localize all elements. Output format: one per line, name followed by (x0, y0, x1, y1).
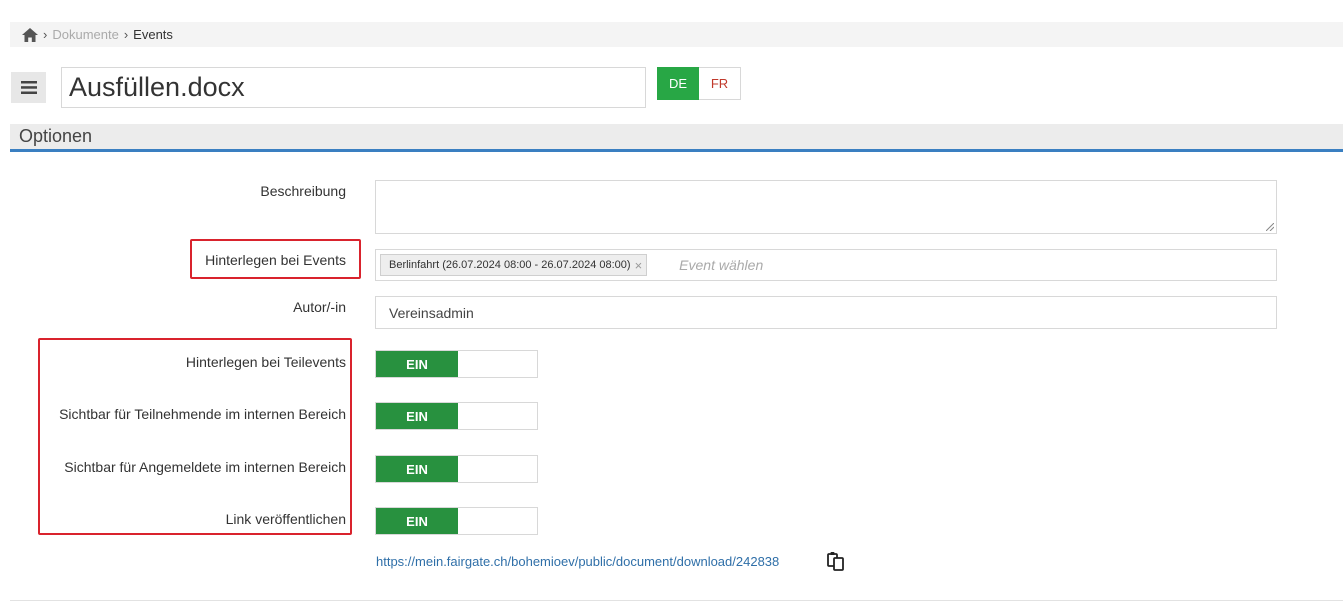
breadcrumb: › Dokumente › Events (10, 22, 1343, 47)
menu-button[interactable] (11, 72, 46, 103)
public-download-link[interactable]: https://mein.fairgate.ch/bohemioev/publi… (376, 554, 779, 569)
events-placeholder[interactable]: Event wählen (679, 257, 763, 273)
breadcrumb-item-events: Events (133, 27, 173, 42)
toggle-link-publish[interactable]: EIN (375, 507, 538, 535)
chevron-right-icon: › (43, 27, 48, 42)
toggle-on-state: EIN (376, 351, 458, 377)
highlight-box-toggles (38, 338, 352, 535)
event-tag: Berlinfahrt (26.07.2024 08:00 - 26.07.20… (380, 254, 648, 276)
language-fr-button[interactable]: FR (699, 67, 741, 100)
description-textarea[interactable] (375, 180, 1277, 234)
toggle-teilnehmende[interactable]: EIN (375, 402, 538, 430)
toggle-teilevents[interactable]: EIN (375, 350, 538, 378)
event-tag-label: Berlinfahrt (26.07.2024 08:00 - 26.07.20… (389, 259, 631, 271)
home-icon[interactable] (22, 27, 38, 42)
resize-grip-icon[interactable] (1266, 223, 1274, 231)
document-title-input[interactable]: Ausfüllen.docx (61, 67, 646, 108)
section-header-optionen: Optionen (10, 124, 1343, 152)
author-input[interactable]: Vereinsadmin (375, 296, 1277, 329)
highlight-box-events (190, 239, 361, 279)
language-de-button[interactable]: DE (657, 67, 699, 100)
hamburger-icon (20, 81, 37, 94)
divider (10, 600, 1343, 601)
chevron-right-icon: › (123, 27, 129, 42)
section-title: Optionen (19, 126, 93, 146)
events-select[interactable]: Berlinfahrt (26.07.2024 08:00 - 26.07.20… (375, 249, 1277, 281)
description-label: Beschreibung (260, 183, 346, 199)
toggle-on-state: EIN (376, 456, 458, 482)
breadcrumb-item-dokumente[interactable]: Dokumente (52, 27, 118, 42)
toggle-on-state: EIN (376, 403, 458, 429)
toggle-on-state: EIN (376, 508, 458, 534)
copy-icon[interactable] (826, 551, 846, 571)
remove-tag-icon[interactable]: × (635, 258, 643, 273)
toggle-angemeldete[interactable]: EIN (375, 455, 538, 483)
author-label: Autor/-in (293, 299, 346, 315)
